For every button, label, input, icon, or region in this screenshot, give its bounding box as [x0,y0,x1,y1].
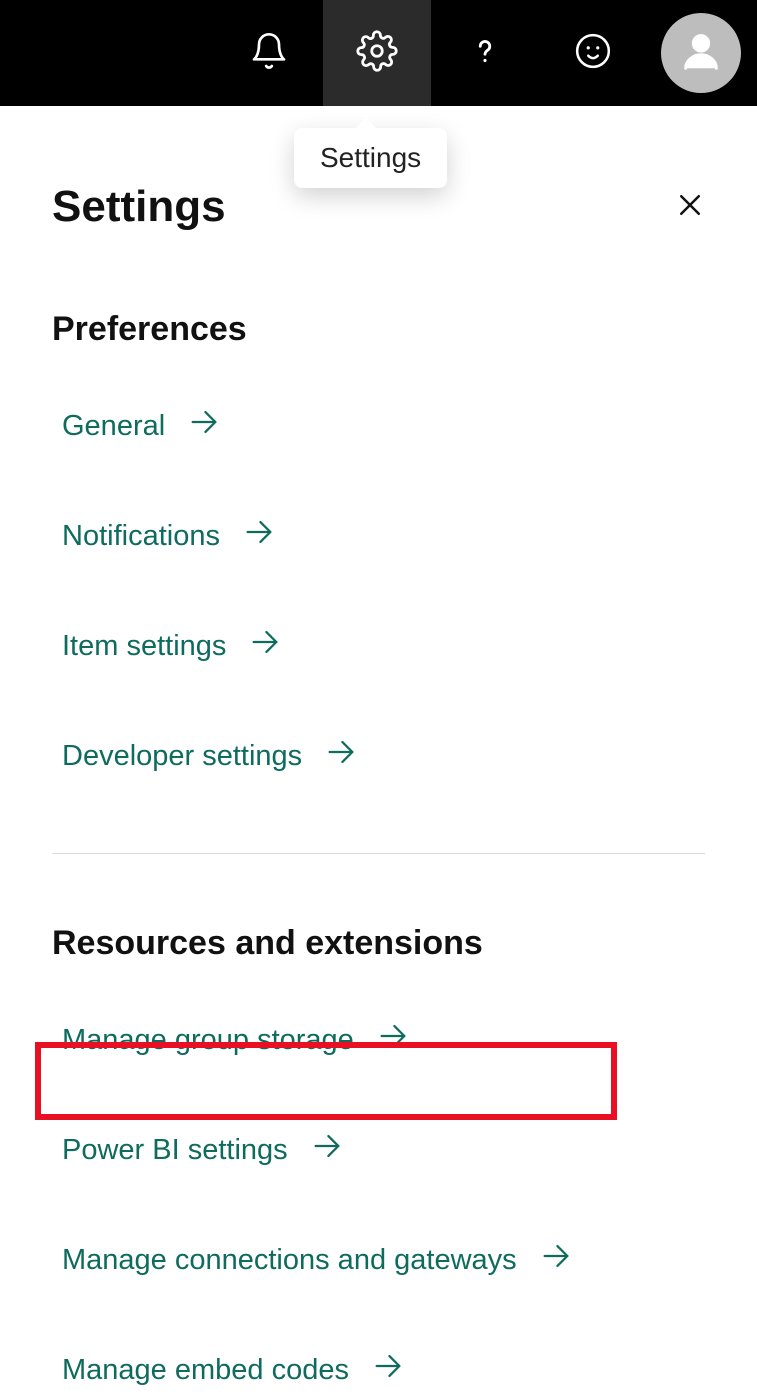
panel-title: Settings [52,182,226,232]
gear-icon [356,30,398,77]
arrow-right-icon [248,625,282,667]
link-label: General [62,410,165,443]
arrow-right-icon [187,405,221,447]
link-label: Developer settings [62,740,302,773]
link-label: Item settings [62,630,226,663]
divider [52,853,705,854]
arrow-right-icon [539,1239,573,1281]
top-toolbar [0,0,757,106]
link-general[interactable]: General [52,399,231,453]
arrow-right-icon [324,735,358,777]
link-item-settings[interactable]: Item settings [52,619,292,673]
smiley-icon [574,32,612,75]
help-button[interactable] [431,0,539,106]
preferences-heading: Preferences [52,310,705,349]
resources-heading: Resources and extensions [52,924,705,963]
link-label: Manage group storage [62,1024,354,1057]
link-manage-embed-codes[interactable]: Manage embed codes [52,1343,415,1397]
feedback-button[interactable] [539,0,647,106]
link-label: Manage connections and gateways [62,1244,517,1277]
link-label: Notifications [62,520,220,553]
arrow-right-icon [376,1019,410,1061]
settings-button[interactable] [323,0,431,106]
question-icon [466,32,504,75]
person-icon [678,28,724,79]
preferences-list: General Notifications Item settings Deve… [52,399,705,783]
link-manage-connections-and-gateways[interactable]: Manage connections and gateways [52,1233,583,1287]
link-notifications[interactable]: Notifications [52,509,286,563]
bell-icon [249,31,289,76]
arrow-right-icon [242,515,276,557]
tooltip-label: Settings [320,142,421,173]
link-developer-settings[interactable]: Developer settings [52,729,368,783]
notifications-button[interactable] [215,0,323,106]
settings-tooltip: Settings [294,128,447,188]
close-button[interactable] [675,190,705,225]
account-avatar[interactable] [661,13,741,93]
link-label: Manage embed codes [62,1354,349,1387]
settings-panel: Settings Preferences General Notificatio… [0,182,757,1397]
link-label: Power BI settings [62,1134,288,1167]
arrow-right-icon [310,1129,344,1171]
link-power-bi-settings[interactable]: Power BI settings [52,1123,354,1177]
link-manage-group-storage[interactable]: Manage group storage [52,1013,420,1067]
close-icon [675,207,705,224]
resources-list: Manage group storage Power BI settings M… [52,1013,705,1397]
arrow-right-icon [371,1349,405,1391]
